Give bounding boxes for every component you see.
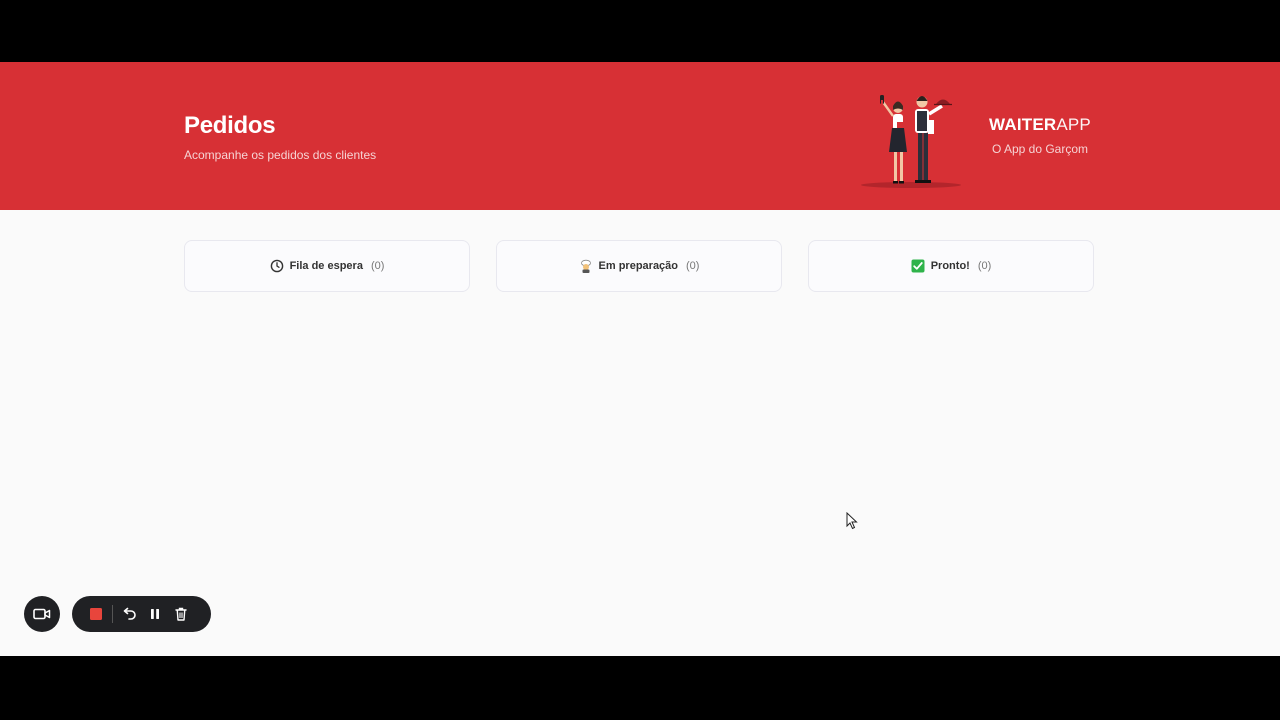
brand-tagline: O App do Garçom	[991, 142, 1089, 156]
toolbar-divider	[112, 605, 113, 623]
pause-icon	[151, 609, 159, 619]
app-viewport: Pedidos Acompanhe os pedidos dos cliente…	[0, 62, 1280, 656]
column-count: (0)	[977, 260, 992, 272]
cook-icon	[580, 259, 591, 273]
column-count: (0)	[686, 260, 700, 272]
restart-recording-button[interactable]	[116, 601, 142, 627]
column-waiting: Fila de espera (0)	[184, 240, 470, 292]
column-title: Pronto!	[930, 260, 970, 272]
recording-toolbar	[72, 596, 211, 632]
page-title: Pedidos	[184, 112, 276, 139]
brand-logo: WAITERAPP O App do Garçom	[985, 115, 1095, 156]
column-title: Em preparação	[598, 260, 679, 272]
video-camera-icon	[33, 608, 51, 620]
delete-recording-button[interactable]	[168, 601, 194, 627]
column-ready: Pronto! (0)	[808, 240, 1094, 292]
pause-recording-button[interactable]	[142, 601, 168, 627]
page-subtitle: Acompanhe os pedidos dos clientes	[184, 148, 377, 162]
check-box-icon	[911, 259, 925, 273]
trash-icon	[175, 607, 187, 621]
stop-recording-button[interactable]	[83, 601, 109, 627]
undo-icon	[123, 607, 136, 620]
waiters-illustration	[861, 95, 961, 188]
column-count: (0)	[370, 260, 385, 272]
mouse-cursor-icon	[846, 512, 858, 530]
orders-board: Fila de espera (0) Em preparação (0) Pro…	[184, 240, 1096, 294]
brand-name-bold: WAITER	[989, 115, 1057, 134]
brand-name-light: APP	[1056, 115, 1091, 134]
camera-toggle-button[interactable]	[24, 596, 60, 632]
clock-icon	[270, 259, 283, 273]
column-title: Fila de espera	[289, 260, 363, 272]
column-preparing: Em preparação (0)	[496, 240, 782, 292]
page-header: Pedidos Acompanhe os pedidos dos cliente…	[0, 62, 1280, 210]
stop-icon	[90, 608, 102, 620]
